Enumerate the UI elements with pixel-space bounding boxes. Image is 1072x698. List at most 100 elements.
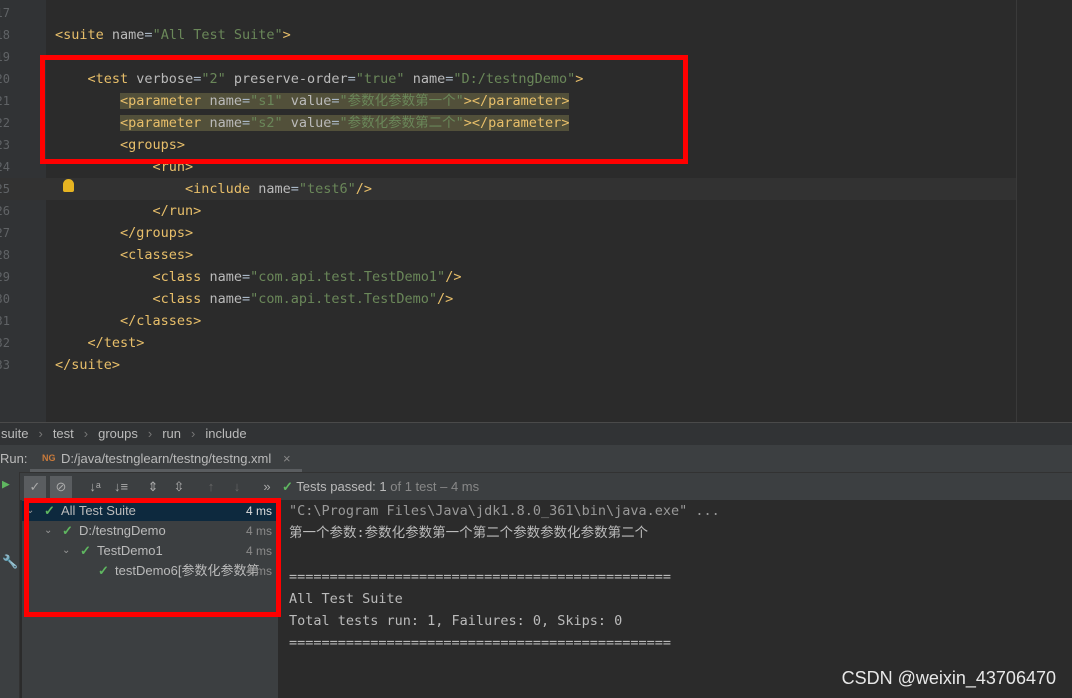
line-number: 19 [0, 50, 10, 64]
code-text: <include name="test6"/> [55, 178, 372, 200]
code-text: <class name="com.api.test.TestDemo1"/> [55, 266, 462, 288]
lightbulb-icon[interactable] [63, 179, 74, 192]
token-tag: </run> [152, 203, 202, 219]
line-number: 18 [0, 28, 10, 42]
code-line[interactable]: 29 <class name="com.api.test.TestDemo1"/… [0, 266, 1016, 288]
code-line[interactable]: 30 <class name="com.api.test.TestDemo"/> [0, 288, 1016, 310]
token-val: "test6" [298, 181, 356, 197]
collapse-all-icon[interactable]: ⇳ [168, 476, 190, 498]
token-tag: <class [152, 291, 210, 307]
passed-count: 1 [379, 479, 387, 494]
code-text: </groups> [55, 222, 193, 244]
code-line[interactable]: 18 <suite name="All Test Suite"> [0, 24, 1016, 46]
code-text: </classes> [55, 310, 201, 332]
line-number: 22 [0, 116, 10, 130]
line-number: 31 [0, 314, 10, 328]
status-prefix: Tests passed: [296, 479, 380, 494]
sort-duration-icon[interactable]: ↓≡ [110, 476, 132, 498]
breadcrumb: suite › test › groups › run › include [0, 422, 1072, 445]
breadcrumb-separator: › [147, 426, 153, 441]
next-icon[interactable]: ↓ [226, 476, 248, 498]
token-tag: </classes> [120, 313, 202, 329]
line-number: 20 [0, 72, 10, 86]
console-line: "C:\Program Files\Java\jdk1.8.0_361\bin\… [289, 503, 720, 519]
console-line: ========================================… [289, 569, 672, 585]
more-icon[interactable]: » [256, 476, 278, 498]
token-attr: name [258, 181, 291, 197]
test-status: ✓ Tests passed: 1 of 1 test – 4 ms [282, 479, 479, 495]
breadcrumb-item[interactable]: test [53, 426, 74, 441]
token-tag: > [282, 27, 291, 43]
token-txt: = [241, 269, 251, 285]
right-margin-guide [1016, 0, 1017, 422]
code-line[interactable]: 32 </test> [0, 332, 1016, 354]
token-val: "All Test Suite" [152, 27, 283, 43]
token-tag: /> [445, 269, 462, 285]
breadcrumb-item[interactable]: include [205, 426, 246, 441]
breadcrumb-item[interactable]: groups [98, 426, 138, 441]
breadcrumb-separator: › [191, 426, 196, 441]
breadcrumb-separator: › [83, 426, 89, 441]
line-number: 23 [0, 138, 10, 152]
close-icon[interactable]: × [283, 445, 291, 472]
line-number: 28 [0, 248, 10, 262]
expand-all-icon[interactable]: ⇕ [142, 476, 164, 498]
sort-alpha-icon[interactable]: ↓ᵃ [84, 476, 106, 498]
watermark: CSDN @weixin_43706470 [841, 668, 1056, 688]
code-line[interactable]: 25 <include name="test6"/> [0, 178, 1016, 200]
show-ignored-icon[interactable]: ⊘ [50, 476, 72, 498]
check-icon: ✓ [282, 479, 293, 494]
rerun-icon[interactable]: ▶ [2, 477, 10, 492]
line-number: 32 [0, 336, 10, 350]
code-line[interactable]: 17 [0, 2, 1016, 24]
run-side-toolbar: ▶ 🔧 [0, 472, 20, 698]
line-number: 27 [0, 226, 10, 240]
token-tag: <suite [55, 27, 112, 43]
previous-icon[interactable]: ↑ [200, 476, 222, 498]
token-txt: = [144, 27, 153, 43]
token-tag: </groups> [120, 225, 194, 241]
breadcrumb-item[interactable]: suite [1, 426, 28, 441]
token-attr: name [209, 291, 242, 307]
line-number: 21 [0, 94, 10, 108]
console-line: ========================================… [289, 635, 672, 651]
line-number: 29 [0, 270, 10, 284]
highlight-box-tree [24, 498, 281, 617]
token-val: "com.api.test.TestDemo1" [250, 269, 446, 285]
line-number: 24 [0, 160, 10, 174]
testng-icon: NG [42, 453, 56, 463]
token-attr: name [111, 27, 145, 43]
token-attr: name [209, 269, 242, 285]
wrench-icon[interactable]: 🔧 [2, 555, 18, 570]
code-line[interactable]: 27 </groups> [0, 222, 1016, 244]
breadcrumb-separator: › [38, 426, 43, 441]
console-line: Total tests run: 1, Failures: 0, Skips: … [289, 613, 623, 629]
code-text: </test> [55, 332, 145, 354]
code-line[interactable]: 26 </run> [0, 200, 1016, 222]
highlight-box-editor [40, 55, 688, 164]
token-val: "com.api.test.TestDemo" [250, 291, 438, 307]
run-tab[interactable]: D:/java/testnglearn/testng/testng.xml [61, 445, 271, 472]
token-tag: /> [355, 181, 373, 197]
breadcrumb-item[interactable]: run [162, 426, 181, 441]
run-tab-bar: Run: NG D:/java/testnglearn/testng/testn… [0, 445, 1072, 472]
code-line[interactable]: 31 </classes> [0, 310, 1016, 332]
token-tag: /> [437, 291, 454, 307]
line-number: 25 [0, 182, 10, 196]
token-txt: = [290, 181, 299, 197]
line-number: 33 [0, 358, 10, 372]
show-passed-icon[interactable]: ✓ [24, 476, 46, 498]
line-number: 30 [0, 292, 10, 306]
code-line[interactable]: 33 </suite> [0, 354, 1016, 376]
code-line[interactable]: 28 <classes> [0, 244, 1016, 266]
code-text: <class name="com.api.test.TestDemo"/> [55, 288, 454, 310]
status-rest: of 1 test – 4 ms [386, 479, 480, 494]
